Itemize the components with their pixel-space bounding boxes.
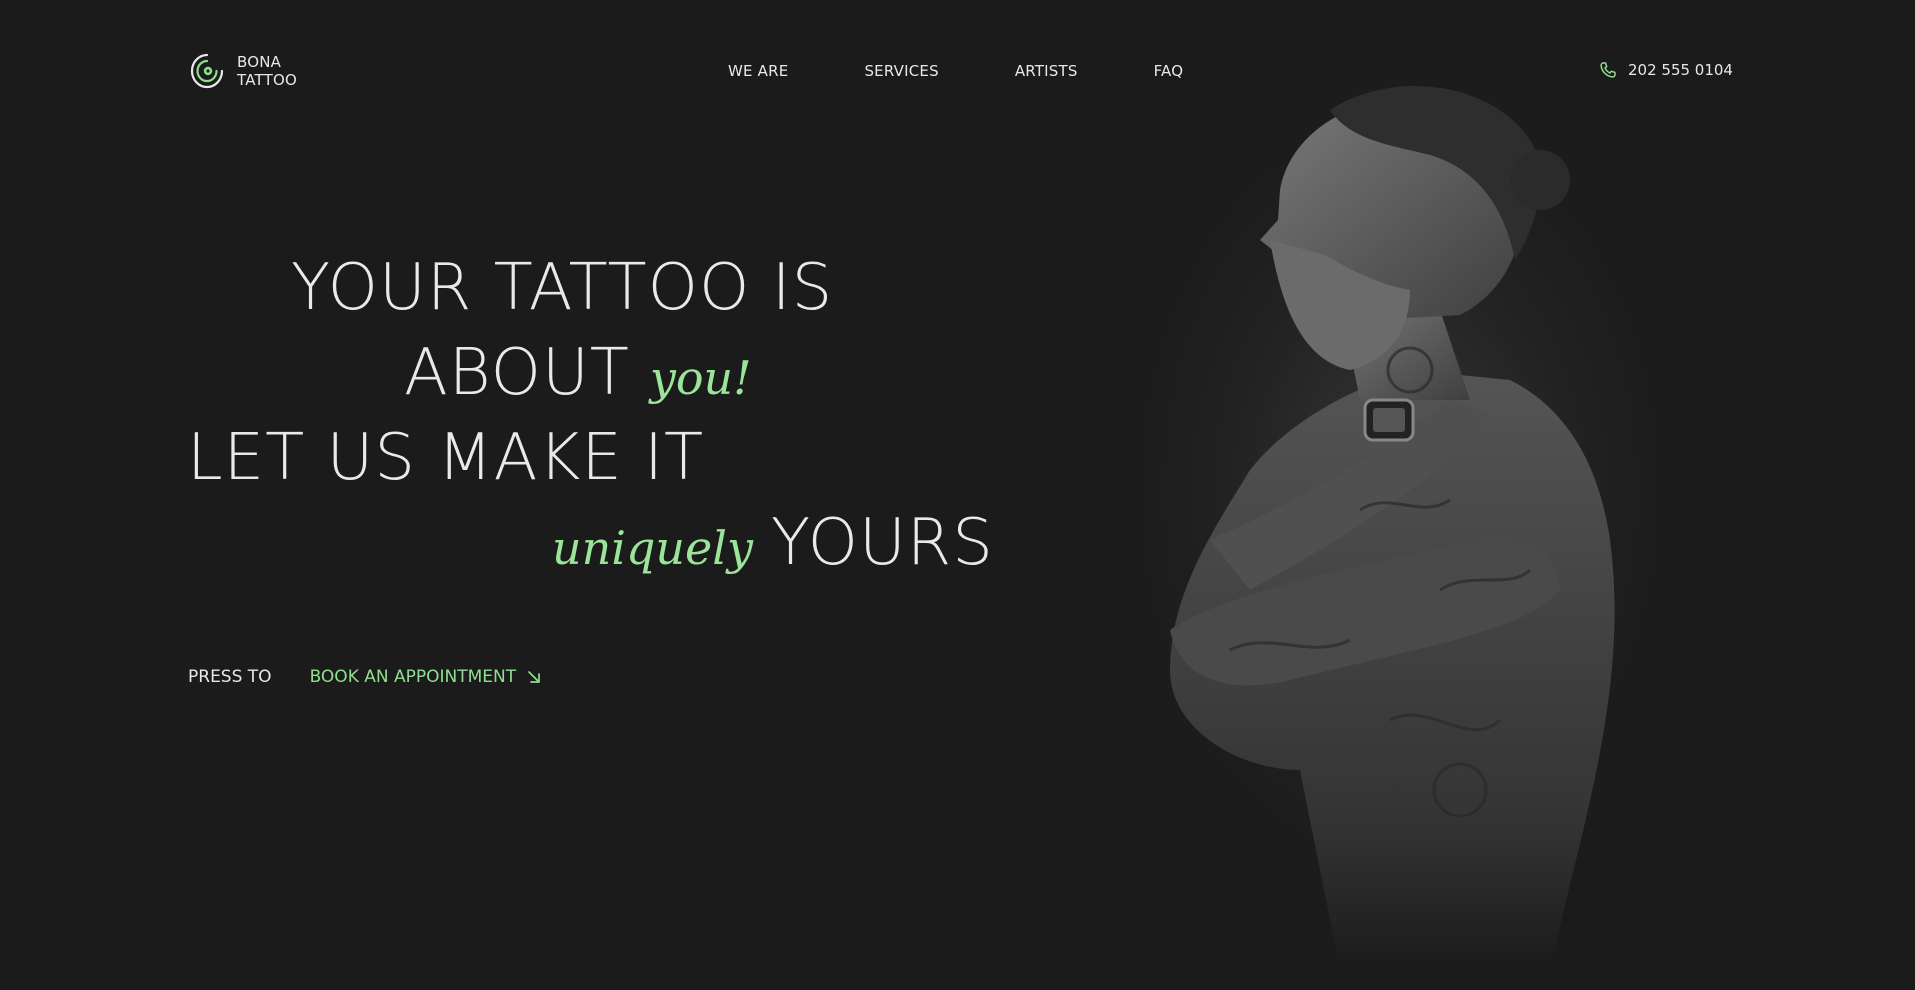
brand-logo[interactable]: BONA TATTOO [189, 52, 297, 90]
hero-script-uniquely: uniquely [552, 521, 753, 575]
arrow-down-right-icon [528, 671, 540, 683]
hero-line-1: YOUR TATTOO IS [291, 251, 834, 325]
brand-name: BONA TATTOO [237, 53, 297, 89]
brand-name-line2: TATTOO [237, 71, 297, 89]
hero-line-2: ABOUT you! [404, 341, 752, 405]
spiral-logo-icon [190, 53, 224, 89]
brand-name-line1: BONA [237, 53, 282, 71]
hero-script-you: you! [649, 351, 752, 405]
tattooed-man-portrait [1110, 70, 1670, 970]
book-appointment-label: BOOK AN APPOINTMENT [309, 667, 517, 687]
nav-item-artists[interactable]: ARTISTS [1015, 62, 1078, 80]
hero-line-4: uniquely YOURS [552, 511, 994, 575]
cta-press-label: PRESS TO [188, 667, 272, 687]
book-appointment-link[interactable]: BOOK AN APPOINTMENT [310, 667, 543, 687]
landing-page: BONA TATTOO WE ARE SERVICES ARTISTS FAQ … [0, 0, 1915, 990]
hero-line-4-main: YOURS [770, 506, 994, 580]
cta-row: PRESS TO BOOK AN APPOINTMENT [188, 667, 542, 687]
hero-line-3: LET US MAKE IT [187, 421, 705, 495]
nav-item-services[interactable]: SERVICES [864, 62, 938, 80]
hero-line-2-main: ABOUT [404, 336, 630, 410]
nav-item-we-are[interactable]: WE ARE [728, 62, 788, 80]
